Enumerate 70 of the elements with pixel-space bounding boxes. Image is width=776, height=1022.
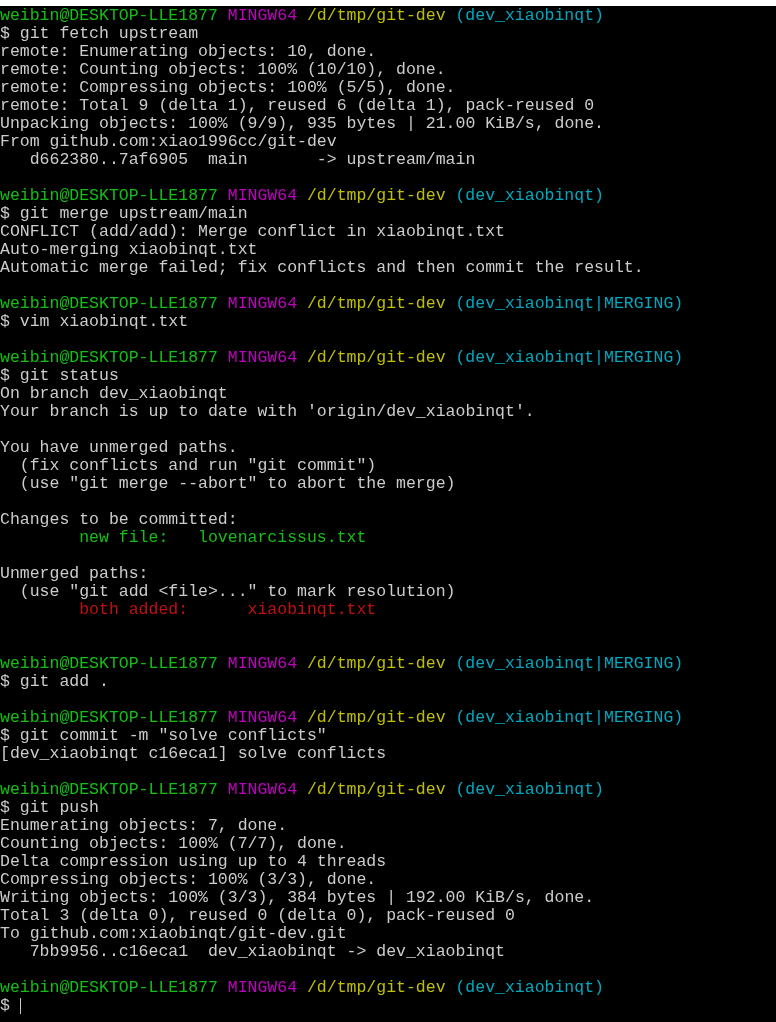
prompt-path: /d/tmp/git-dev [306, 709, 446, 727]
output-line: 7bb9956..c16eca1 dev_xiaobinqt -> dev_xiaobinqt [28, 942, 505, 961]
output-line: Automatic merge failed; fix conflicts and then commit the result. [0, 258, 644, 277]
output-line: Counting objects: 100% (7/7), done. [0, 834, 347, 853]
prompt-user: weibin@DESKTOP-LLE1877 [0, 709, 218, 727]
prompt-branch: (dev_xiaobinqt) [455, 7, 604, 25]
prompt-user: weibin@DESKTOP-LLE1877 [0, 187, 218, 205]
output-line: d662380..7af6905 main -> upstream/main [28, 150, 476, 169]
prompt-user: weibin@DESKTOP-LLE1877 [0, 655, 218, 673]
output-line: Enumerating objects: 7, done. [0, 816, 288, 835]
prompt-branch: (dev_xiaobinqt) [455, 781, 604, 799]
output-line: You have unmerged paths. [0, 438, 238, 457]
prompt-system: MINGW64 [227, 979, 298, 997]
prompt-branch: (dev_xiaobinqt|MERGING) [455, 295, 684, 313]
output-line: Delta compression using up to 4 threads [0, 852, 387, 871]
output-line: On branch dev_xiaobinqt [0, 384, 228, 403]
command-line: $ git status [0, 366, 119, 385]
output-line: Your branch is up to date with 'origin/dev_xiaobinqt'. [0, 402, 535, 421]
prompt-path: /d/tmp/git-dev [306, 349, 446, 367]
output-line: (use "git merge --abort" to abort the merge) [18, 474, 456, 493]
command-line: $ vim xiaobinqt.txt [0, 312, 189, 331]
prompt-branch: (dev_xiaobinqt|MERGING) [455, 655, 684, 673]
prompt-branch: (dev_xiaobinqt) [455, 979, 604, 997]
output-line: remote: Counting objects: 100% (10/10), done. [0, 60, 446, 79]
output-line: To github.com:xiaobinqt/git-dev.git [0, 924, 347, 943]
output-line: remote: Total 9 (delta 1), reused 6 (delta 1), pack-reused 0 [0, 96, 595, 115]
prompt-user: weibin@DESKTOP-LLE1877 [0, 781, 218, 799]
output-line: [dev_xiaobinqt c16eca1] solve conflicts [0, 744, 387, 763]
output-line: CONFLICT (add/add): Merge conflict in xiaobinqt.txt [0, 222, 505, 241]
unmerged-file-line: both added: xiaobinqt.txt [79, 600, 377, 619]
output-line: remote: Enumerating objects: 10, done. [0, 42, 377, 61]
output-line: Changes to be committed: [0, 510, 238, 529]
command-line: $ git fetch upstream [0, 24, 199, 43]
prompt-path: /d/tmp/git-dev [306, 655, 446, 673]
prompt-system: MINGW64 [227, 295, 298, 313]
output-line: (use "git add <file>..." to mark resolution) [18, 582, 456, 601]
staged-file-line: new file: lovenarcissus.txt [79, 528, 367, 547]
prompt-system: MINGW64 [227, 781, 298, 799]
prompt-system: MINGW64 [227, 349, 298, 367]
prompt-path: /d/tmp/git-dev [306, 781, 446, 799]
text-cursor [19, 998, 21, 1014]
prompt-path: /d/tmp/git-dev [306, 979, 446, 997]
output-line: Unmerged paths: [0, 564, 149, 583]
output-line: Unpacking objects: 100% (9/9), 935 bytes | 21.00 KiB/s, done. [0, 114, 604, 133]
prompt-branch: (dev_xiaobinqt) [455, 187, 604, 205]
prompt-symbol: $ [0, 997, 10, 1015]
prompt-path: /d/tmp/git-dev [306, 187, 446, 205]
prompt-path: /d/tmp/git-dev [306, 295, 446, 313]
prompt-system: MINGW64 [227, 709, 298, 727]
output-line: remote: Compressing objects: 100% (5/5), done. [0, 78, 456, 97]
prompt-branch: (dev_xiaobinqt|MERGING) [455, 349, 684, 367]
prompt-branch: (dev_xiaobinqt|MERGING) [455, 709, 684, 727]
prompt-user: weibin@DESKTOP-LLE1877 [0, 295, 218, 313]
command-line: $ git merge upstream/main [0, 204, 248, 223]
output-line: Total 3 (delta 0), reused 0 (delta 0), pack-reused 0 [0, 906, 515, 925]
prompt-user: weibin@DESKTOP-LLE1877 [0, 349, 218, 367]
prompt-user: weibin@DESKTOP-LLE1877 [0, 979, 218, 997]
prompt-system: MINGW64 [227, 7, 298, 25]
command-line: $ git commit -m "solve conflicts" [0, 726, 327, 745]
output-line: From github.com:xiao1996cc/git-dev [0, 132, 337, 151]
output-line: Writing objects: 100% (3/3), 384 bytes | 192.00 KiB/s, done. [0, 888, 595, 907]
prompt-path: /d/tmp/git-dev [306, 7, 446, 25]
output-line: Compressing objects: 100% (3/3), done. [0, 870, 377, 889]
command-line: $ git push [0, 798, 100, 817]
prompt-user: weibin@DESKTOP-LLE1877 [0, 7, 218, 25]
output-line: Auto-merging xiaobinqt.txt [0, 240, 258, 259]
prompt-system: MINGW64 [227, 655, 298, 673]
prompt-system: MINGW64 [227, 187, 298, 205]
output-line: (fix conflicts and run "git commit") [18, 456, 377, 475]
command-line: $ git add . [0, 672, 109, 691]
